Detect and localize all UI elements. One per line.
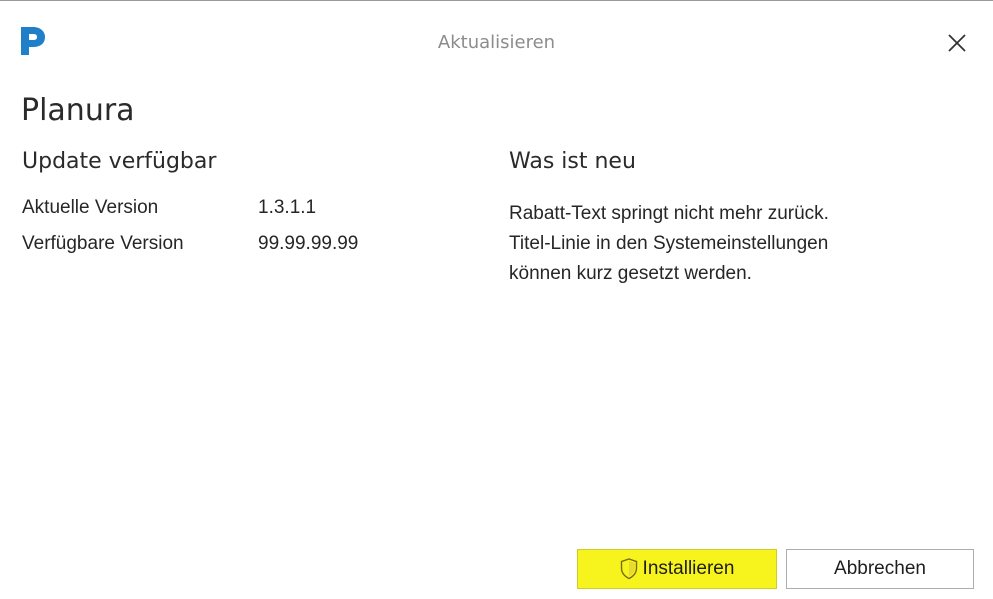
available-version-label: Verfügbare Version — [22, 233, 184, 254]
app-name: Planura — [21, 93, 135, 128]
close-icon — [948, 34, 966, 52]
current-version-value: 1.3.1.1 — [258, 197, 317, 218]
available-version-value: 99.99.99.99 — [258, 233, 359, 254]
current-version-label: Aktuelle Version — [22, 197, 159, 218]
cancel-button[interactable]: Abbrechen — [786, 549, 974, 589]
whats-new-text: Rabatt-Text springt nicht mehr zurück. T… — [509, 203, 829, 284]
available-version-row: Verfügbare Version 99.99.99.99 — [22, 233, 358, 255]
current-version-row: Aktuelle Version 1.3.1.1 — [22, 197, 316, 219]
window-title: Aktualisieren — [437, 32, 556, 53]
shield-icon — [620, 558, 637, 580]
update-dialog: Aktualisieren Planura Update verfügbar A… — [0, 0, 993, 599]
install-button[interactable]: Installieren — [577, 549, 777, 589]
cancel-button-label: Abbrechen — [834, 558, 926, 579]
close-button[interactable] — [937, 23, 977, 63]
install-button-label: Installieren — [642, 558, 735, 579]
whats-new-heading: Was ist neu — [509, 149, 636, 174]
update-available-heading: Update verfügbar — [22, 149, 217, 174]
